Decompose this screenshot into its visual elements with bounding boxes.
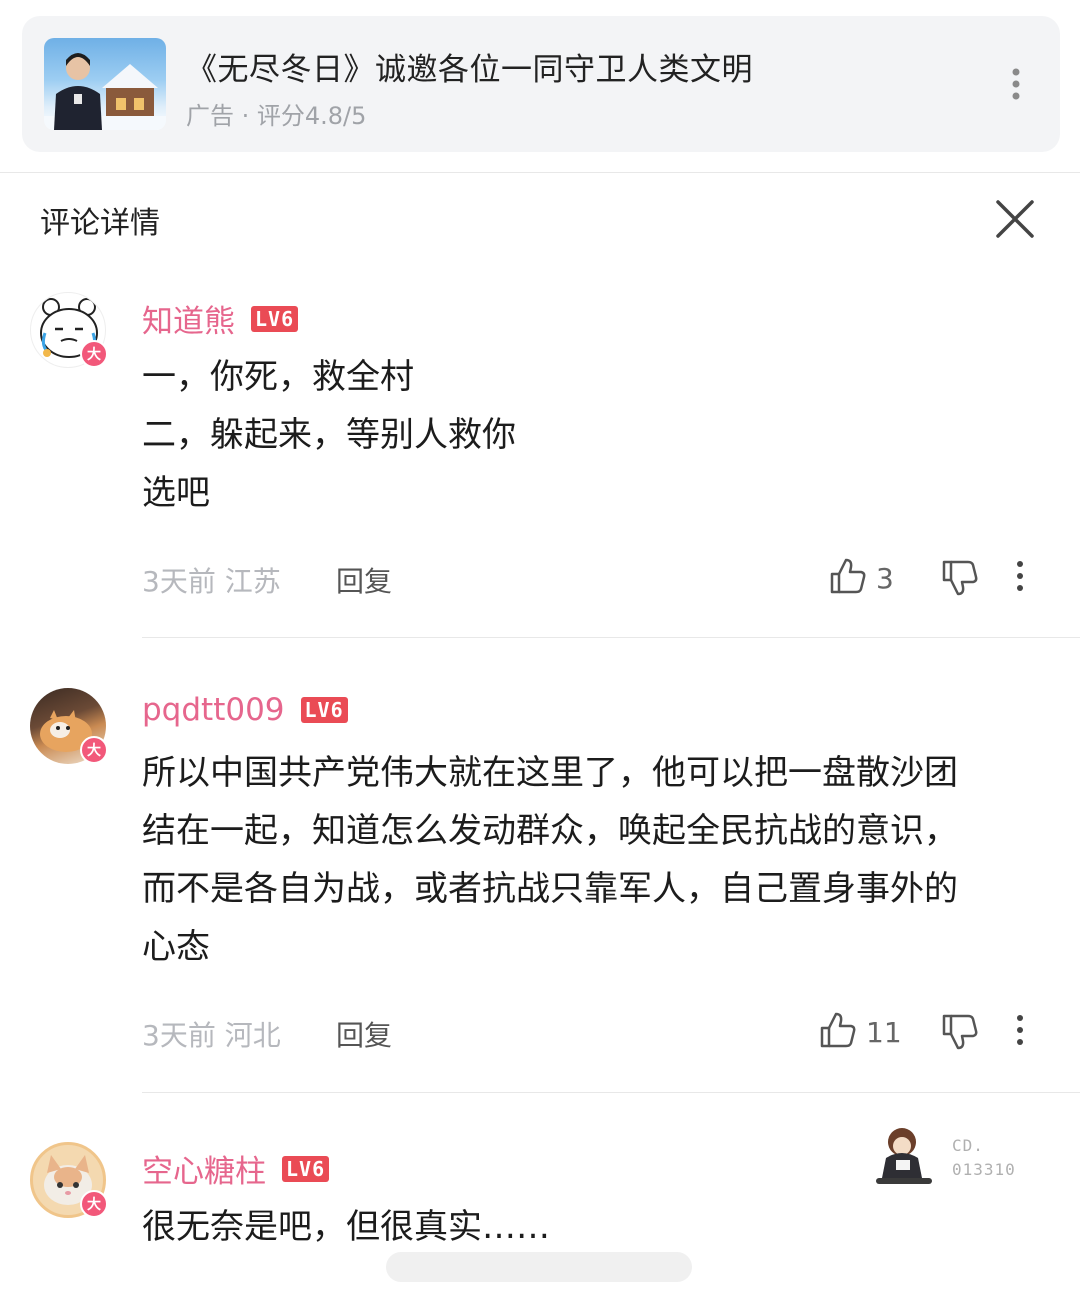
reply-button[interactable]: 回复 <box>336 560 392 600</box>
username[interactable]: 空心糖柱 <box>142 1146 266 1191</box>
like-button[interactable]: 3 <box>828 556 894 600</box>
verified-badge: 大 <box>80 736 108 764</box>
like-count: 3 <box>876 561 894 595</box>
thumbs-up-icon <box>818 1010 858 1054</box>
comment-line: 二，躲起来，等别人救你 <box>142 415 516 455</box>
avatar[interactable]: 大 <box>30 1142 110 1222</box>
comment-text: 所以中国共产党伟大就在这里了，他可以把一盘散沙团 结在一起，知道怎么发动群众，唤… <box>142 744 1052 976</box>
username[interactable]: pqdtt009 <box>142 692 285 728</box>
comment-line: 所以中国共产党伟大就在这里了，他可以把一盘散沙团 <box>142 753 958 793</box>
verified-badge: 大 <box>80 340 108 368</box>
thumbs-down-icon[interactable] <box>940 558 980 598</box>
like-count: 11 <box>866 1015 902 1049</box>
level-badge: LV6 <box>251 305 299 332</box>
more-vertical-icon[interactable] <box>1010 556 1030 596</box>
comment-line: 结在一起，知道怎么发动群众，唤起全民抗战的意识， <box>142 811 958 851</box>
ad-thumbnail[interactable] <box>44 38 166 130</box>
page-title: 评论详情 <box>40 206 160 241</box>
comment-line: 选吧 <box>142 473 210 513</box>
comment-meta: 3天前 江苏 <box>142 565 281 598</box>
watermark <box>386 1252 692 1282</box>
username[interactable]: 知道熊 <box>142 296 235 341</box>
ad-subtitle: 广告 · 评分4.8/5 <box>186 102 367 130</box>
sticker-label: CD. <box>952 1136 984 1155</box>
ad-card[interactable]: 《无尽冬日》诚邀各位一同守卫人类文明 广告 · 评分4.8/5 <box>22 16 1060 152</box>
comment-text: 一，你死，救全村 二，躲起来，等别人救你 选吧 <box>142 348 1052 522</box>
comment-line: 很无奈是吧，但很真实…… <box>142 1207 550 1247</box>
comment-sticker: CD. 013310 <box>872 1122 1032 1192</box>
comment-line: 心态 <box>142 927 210 967</box>
level-badge: LV6 <box>300 697 348 723</box>
sticker-character-icon <box>876 1128 932 1184</box>
comment-meta: 3天前 河北 <box>142 1019 281 1052</box>
comment-line: 一，你死，救全村 <box>142 357 414 397</box>
ad-title[interactable]: 《无尽冬日》诚邀各位一同守卫人类文明 <box>186 44 753 89</box>
divider <box>0 172 1080 173</box>
name-row: pqdtt009 LV6 <box>142 692 348 728</box>
close-icon[interactable] <box>988 192 1042 246</box>
divider <box>142 1092 1080 1093</box>
verified-badge: 大 <box>80 1190 108 1218</box>
thumbs-up-icon <box>828 556 868 600</box>
thumbs-down-icon[interactable] <box>940 1012 980 1052</box>
name-row: 知道熊 LV6 <box>142 296 299 341</box>
reply-button[interactable]: 回复 <box>336 1014 392 1054</box>
divider <box>142 637 1080 638</box>
more-vertical-icon[interactable] <box>998 64 1034 104</box>
avatar[interactable]: 大 <box>30 292 110 372</box>
name-row: 空心糖柱 LV6 <box>142 1146 330 1191</box>
like-button[interactable]: 11 <box>818 1010 902 1054</box>
avatar[interactable]: 大 <box>30 688 110 768</box>
sticker-label: 013310 <box>952 1160 1016 1179</box>
comment-line: 而不是各自为战，或者抗战只靠军人，自己置身事外的 <box>142 869 958 909</box>
comment-text: 很无奈是吧，但很真实…… <box>142 1198 1052 1256</box>
more-vertical-icon[interactable] <box>1010 1010 1030 1050</box>
level-badge: LV6 <box>282 1155 330 1182</box>
